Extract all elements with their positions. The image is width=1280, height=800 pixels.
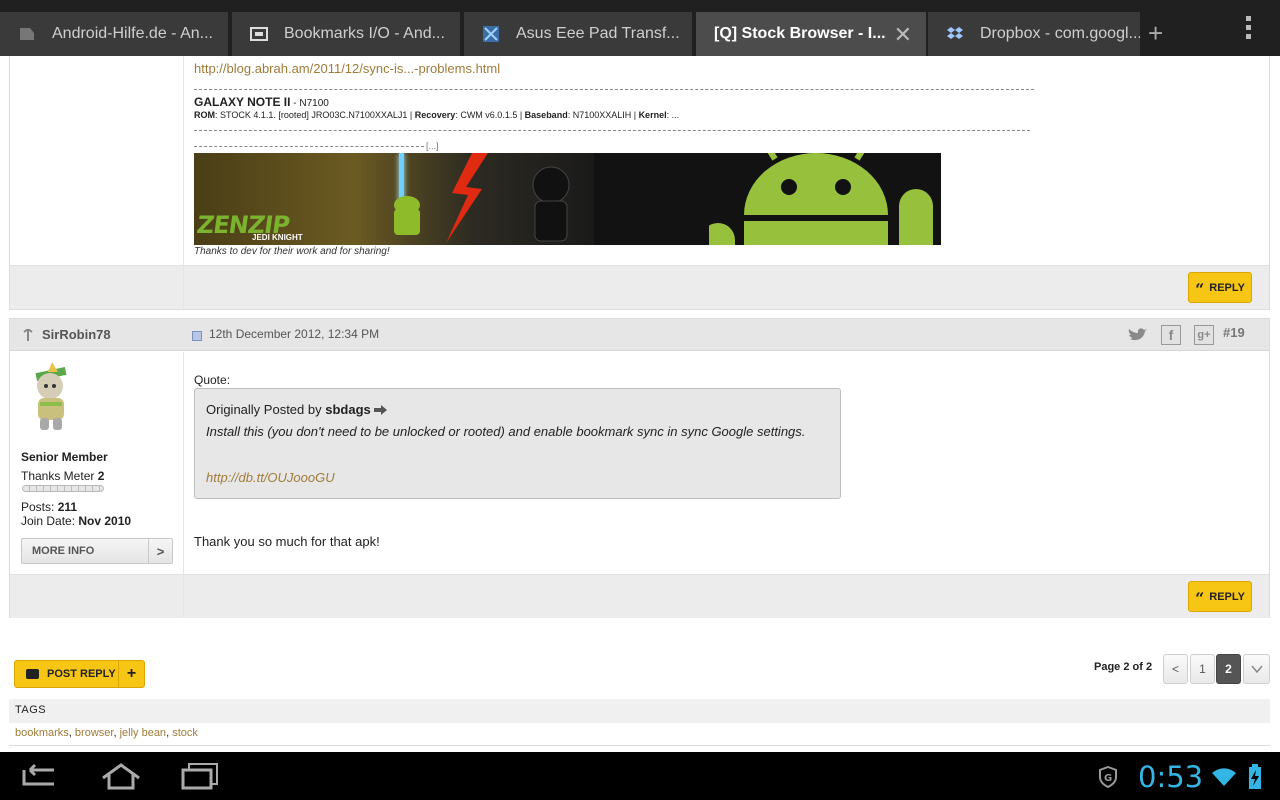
new-tab-plus-icon[interactable]: +	[1148, 20, 1163, 46]
bookmarks-io-icon	[250, 25, 268, 43]
tab-stock-browser[interactable]: [Q] Stock Browser - I... ✕	[696, 12, 926, 56]
signature-divider	[194, 89, 1034, 90]
battery-charging-icon	[1249, 764, 1261, 789]
web-page: http://blog.abrah.am/2011/12/sync-is...-…	[0, 56, 1280, 752]
tag-link[interactable]: stock	[172, 727, 198, 739]
signature-link[interactable]: http://blog.abrah.am/2011/12/sync-is...-…	[194, 61, 500, 76]
post-username[interactable]: SirRobin78	[42, 327, 111, 342]
more-info-button[interactable]: MORE INFO >	[21, 538, 173, 564]
tab-title: Android-Hilfe.de - An...	[52, 25, 213, 42]
shield-icon: G	[1099, 766, 1117, 788]
post-date-icon	[192, 331, 202, 341]
tab-dropbox[interactable]: Dropbox - com.googl...	[928, 12, 1140, 56]
user-join-date: Join Date: Nov 2010	[21, 514, 132, 528]
more-info-arrow-icon[interactable]: >	[148, 539, 172, 563]
tab-title: Dropbox - com.googl...	[980, 25, 1140, 42]
tag-link[interactable]: browser	[75, 727, 114, 739]
wifi-icon	[1212, 768, 1236, 786]
thanks-meter-bar	[22, 485, 104, 492]
recent-apps-icon[interactable]	[181, 762, 219, 790]
thanks-meter: Thanks Meter 2	[21, 469, 105, 483]
post-number[interactable]: #19	[1223, 325, 1245, 340]
quote-link[interactable]: http://db.tt/OUJoooGU	[206, 470, 335, 485]
android-hilfe-icon	[18, 25, 36, 43]
tab-asus-eee[interactable]: Asus Eee Pad Transf...	[464, 12, 692, 56]
overflow-menu-icon[interactable]	[1240, 16, 1256, 43]
offline-status-icon	[23, 329, 33, 341]
post-reply-plus-icon[interactable]: +	[118, 661, 144, 687]
signature-device: GALAXY NOTE II - N7100	[194, 95, 329, 109]
quote-label: Quote:	[194, 373, 231, 387]
user-avatar[interactable]	[22, 362, 80, 434]
twitter-share-icon[interactable]	[1128, 325, 1148, 345]
user-post-count: Posts: 211	[21, 500, 78, 514]
quote-icon: “	[1195, 588, 1205, 608]
tab-android-hilfe[interactable]: Android-Hilfe.de - An...	[0, 12, 228, 56]
quote-author-line: Originally Posted by sbdags	[206, 402, 388, 417]
tab-title: [Q] Stock Browser - I...	[714, 25, 886, 42]
page-count-label: Page 2 of 2	[1094, 661, 1153, 673]
signature-truncated: [...]	[426, 141, 439, 151]
post-header: SirRobin78 12th December 2012, 12:34 PM …	[10, 319, 1269, 351]
pager-page-2[interactable]: 2	[1216, 654, 1241, 684]
xda-icon	[482, 25, 500, 43]
previous-post: http://blog.abrah.am/2011/12/sync-is...-…	[9, 56, 1270, 310]
chevron-down-icon	[1250, 665, 1263, 673]
tags-heading: TAGS	[9, 699, 1270, 723]
facebook-share-icon[interactable]: f	[1161, 325, 1181, 345]
signature-rom-line: ROM: STOCK 4.1.1. [rooted] JRO03C.N7100X…	[194, 110, 680, 120]
google-plus-share-icon[interactable]: g+	[1194, 325, 1214, 345]
quote-text: Install this (you don't need to be unloc…	[206, 424, 806, 439]
dropbox-icon	[946, 25, 964, 43]
tags-list: bookmarks, browser, jelly bean, stock	[9, 724, 1270, 746]
signature-banner-image: ZENZIP JEDI KNIGHT	[194, 153, 941, 245]
tab-bookmarks-io[interactable]: Bookmarks I/O - And...	[232, 12, 460, 56]
post-user-column: Senior Member Thanks Meter 2 Posts: 211 …	[10, 352, 184, 574]
quote-author[interactable]: sbdags	[325, 402, 371, 417]
pager-page-1[interactable]: 1	[1190, 654, 1215, 684]
signature-thanks: Thanks to dev for their work and for sha…	[194, 246, 390, 257]
system-navigation-bar: G 0:53	[0, 752, 1280, 800]
reply-button[interactable]: “ REPLY	[1188, 272, 1252, 303]
signature-divider	[194, 146, 424, 147]
svg-text:G: G	[1104, 773, 1112, 784]
back-icon[interactable]	[20, 762, 58, 790]
previous-post-footer: “ REPLY	[10, 265, 1269, 309]
tag-link[interactable]: bookmarks	[15, 727, 69, 739]
footer-user-column	[10, 266, 184, 309]
quote-box: Originally Posted by sbdags Install this…	[194, 388, 841, 499]
post-reply-button[interactable]: POST REPLY +	[14, 660, 145, 688]
view-post-arrow-icon[interactable]	[374, 405, 388, 415]
tag-link[interactable]: jelly bean	[120, 727, 166, 739]
post-body: Thank you so much for that apk!	[194, 534, 380, 549]
user-rank: Senior Member	[21, 450, 108, 464]
browser-tab-strip: Android-Hilfe.de - An... Bookmarks I/O -…	[0, 0, 1280, 56]
banner-subtext: JEDI KNIGHT	[252, 233, 303, 242]
post-footer: “ REPLY	[10, 574, 1269, 618]
signature-divider	[194, 130, 1030, 131]
pager-prev-button[interactable]: <	[1163, 654, 1188, 684]
previous-post-user-column	[10, 56, 184, 265]
footer-user-column	[10, 575, 184, 618]
status-clock: 0:53	[1138, 760, 1204, 794]
tab-title: Asus Eee Pad Transf...	[516, 25, 680, 42]
quote-icon: “	[1195, 279, 1205, 299]
reply-button[interactable]: “ REPLY	[1188, 581, 1252, 612]
tab-title: Bookmarks I/O - And...	[284, 25, 445, 42]
speech-bubble-icon	[26, 669, 39, 679]
pager-menu-button[interactable]	[1243, 654, 1270, 684]
close-tab-icon[interactable]: ✕	[894, 22, 912, 48]
post-19: SirRobin78 12th December 2012, 12:34 PM …	[9, 318, 1270, 618]
post-date: 12th December 2012, 12:34 PM	[209, 327, 380, 341]
home-icon[interactable]	[100, 762, 142, 790]
